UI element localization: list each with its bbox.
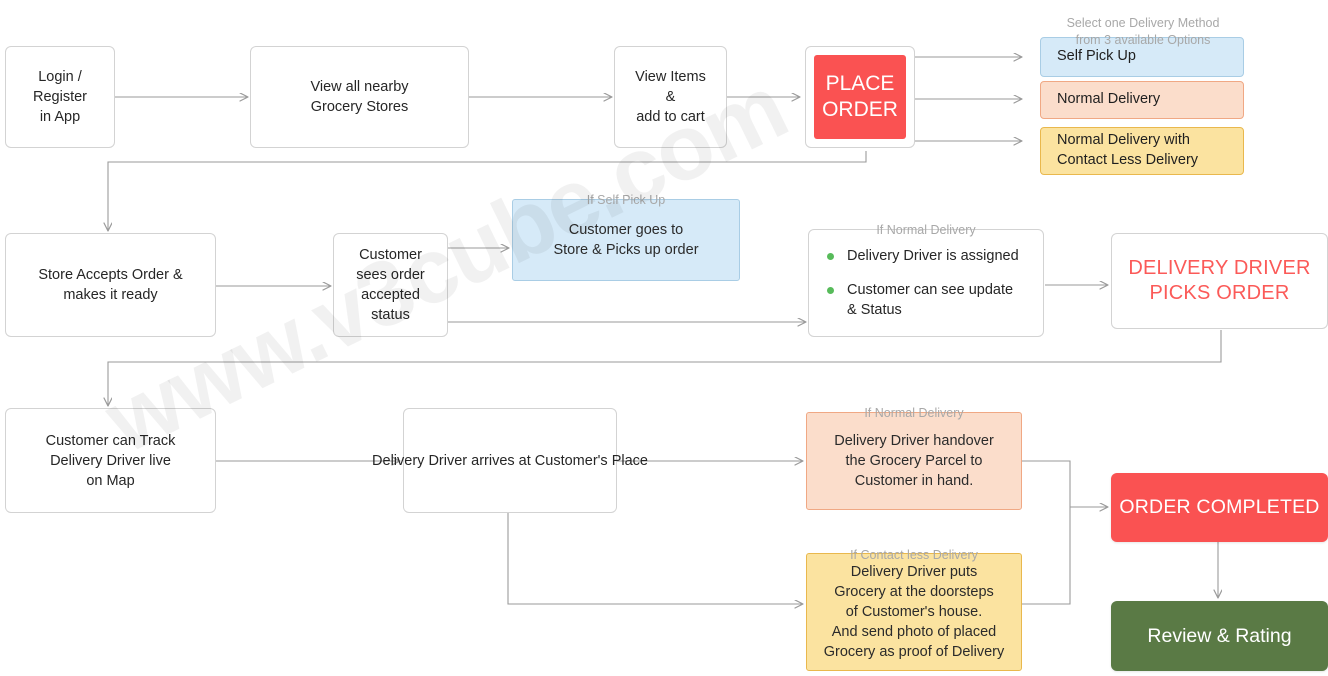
node-handover-parcel-label: Delivery Driver handover the Grocery Par… (834, 433, 994, 489)
node-store-accepts-order[interactable]: Store Accepts Order & makes it ready (5, 233, 216, 337)
wire-merge-to-ordercompleted (1022, 460, 1071, 605)
caption-if-contactless: If Contact less Delivery (806, 530, 1022, 564)
delivery-methods-heading-text: Select one Delivery Method from 3 availa… (1066, 15, 1220, 47)
node-driver-arrives-label: Delivery Driver arrives at Customer's Pl… (372, 452, 648, 469)
wire-placeorder-to-storeaccepts (108, 151, 867, 231)
list-item: Delivery Driver is assigned (827, 246, 1027, 266)
node-contactless-drop-label: Delivery Driver puts Grocery at the door… (823, 564, 1005, 660)
node-view-items[interactable]: View Items & add to cart (614, 46, 727, 148)
node-place-order-fill: PLACE ORDER (814, 55, 906, 139)
node-login-register-label: Login / Register in App (33, 69, 87, 125)
node-self-pickup[interactable]: Customer goes to Store & Picks up order (512, 199, 740, 281)
bullet-dot-icon (827, 286, 834, 294)
node-store-accepts-order-label: Store Accepts Order & makes it ready (38, 267, 183, 303)
caption-if-self-pickup: If Self Pick Up (512, 175, 740, 209)
caption-if-contactless-text: If Contact less Delivery (850, 547, 978, 562)
node-driver-picks-order-label: DELIVERY DRIVER PICKS ORDER (1128, 257, 1311, 304)
node-track-driver[interactable]: Customer can Track Delivery Driver live … (5, 408, 216, 513)
node-view-stores[interactable]: View all nearby Grocery Stores (250, 46, 469, 148)
option-normal-delivery[interactable]: Normal Delivery (1040, 81, 1244, 119)
option-self-pick-up-label: Self Pick Up (1057, 48, 1136, 65)
node-customer-sees-status[interactable]: Customer sees order accepted status (333, 233, 448, 337)
node-view-stores-label: View all nearby Grocery Stores (310, 79, 409, 115)
node-normal-delivery-status[interactable]: Delivery Driver is assigned Customer can… (808, 229, 1044, 337)
caption-if-normal-delivery-2: If Normal Delivery (806, 388, 1022, 422)
node-self-pickup-label: Customer goes to Store & Picks up order (553, 222, 699, 258)
node-review-rating[interactable]: Review & Rating (1111, 601, 1328, 671)
caption-if-normal-delivery-2-text: If Normal Delivery (864, 405, 964, 420)
node-driver-picks-order[interactable]: DELIVERY DRIVER PICKS ORDER (1111, 233, 1328, 329)
node-handover-parcel[interactable]: Delivery Driver handover the Grocery Par… (806, 412, 1022, 510)
node-driver-arrives[interactable]: Delivery Driver arrives at Customer's Pl… (372, 408, 648, 513)
caption-if-self-pickup-text: If Self Pick Up (586, 192, 666, 207)
delivery-methods-heading: Select one Delivery Method from 3 availa… (1022, 0, 1264, 49)
node-contactless-drop[interactable]: Delivery Driver puts Grocery at the door… (806, 553, 1022, 671)
node-order-completed[interactable]: ORDER COMPLETED (1111, 473, 1328, 542)
node-place-order-label: PLACE ORDER (822, 72, 898, 121)
option-normal-delivery-label: Normal Delivery (1057, 91, 1161, 108)
caption-if-normal-delivery-1: If Normal Delivery (808, 205, 1044, 239)
flowchart-canvas: www.v3cube.com (0, 0, 1328, 676)
option-contactless-delivery[interactable]: Normal Delivery with Contact Less Delive… (1040, 127, 1244, 175)
node-customer-sees-status-label: Customer sees order accepted status (356, 247, 425, 323)
node-track-driver-label: Customer can Track Delivery Driver live … (45, 432, 176, 489)
caption-if-normal-delivery-1-text: If Normal Delivery (876, 222, 976, 237)
node-order-completed-label: ORDER COMPLETED (1119, 496, 1320, 519)
node-login-register[interactable]: Login / Register in App (5, 46, 115, 148)
node-view-items-label: View Items & add to cart (635, 69, 706, 125)
wire-driverarrives-to-contactless (507, 513, 803, 604)
bullet-label: Customer can see update & Status (847, 281, 1014, 319)
wire-driverpicks-to-trackdriver (108, 330, 1222, 406)
list-item: Customer can see update & Status (827, 280, 1027, 321)
node-place-order[interactable]: PLACE ORDER (805, 46, 915, 148)
bullet-label: Delivery Driver is assigned (847, 247, 1019, 264)
node-review-rating-label: Review & Rating (1147, 624, 1292, 647)
option-contactless-delivery-label: Normal Delivery with Contact Less Delive… (1057, 132, 1199, 168)
bullet-dot-icon (827, 252, 834, 260)
